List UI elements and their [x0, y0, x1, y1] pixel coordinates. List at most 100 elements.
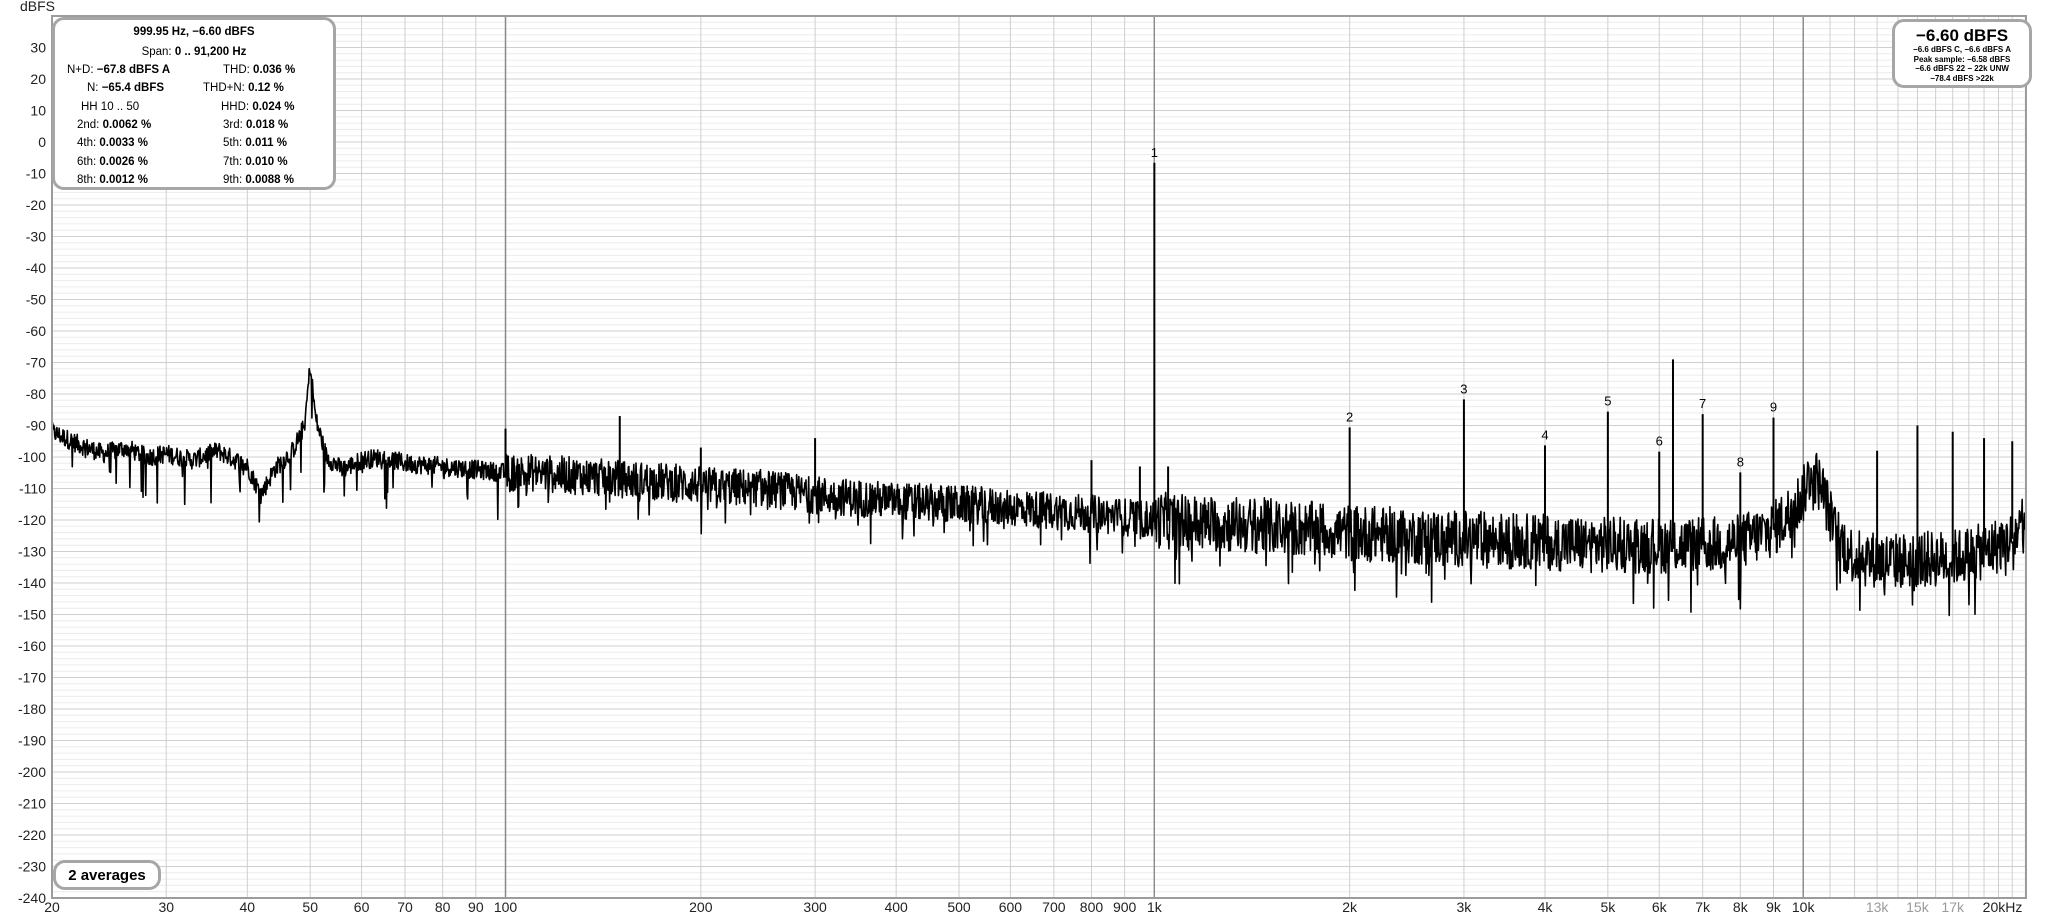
measurement-value: 0.024 %: [252, 100, 295, 113]
measurement-value: 0.0088 %: [245, 173, 294, 186]
y-tick-label: -80: [26, 386, 46, 402]
measurement-label: 4th:: [77, 137, 97, 150]
measurement-left: 6th: 0.0026 %: [77, 156, 148, 168]
averages-label: 2 averages: [68, 867, 146, 884]
x-tick-label: 1k: [1147, 899, 1163, 914]
x-tick-label: 100: [494, 899, 518, 914]
y-tick-label: -50: [26, 292, 46, 308]
measurement-label: N:: [87, 82, 99, 95]
x-tick-label: 50: [302, 899, 318, 914]
harmonic-label: 3: [1460, 381, 1467, 396]
y-axis-label: dBFS: [20, 0, 55, 14]
y-tick-label: -160: [18, 638, 46, 654]
x-tick-label: 70: [397, 899, 413, 914]
measurement-value: −65.4 dBFS: [101, 82, 165, 95]
measurement-value: 0.018 %: [246, 118, 289, 131]
y-tick-label: -30: [26, 229, 46, 245]
harmonic-label: 5: [1604, 394, 1611, 409]
harmonic-label: 6: [1656, 434, 1663, 449]
x-tick-label: 60: [354, 899, 370, 914]
measurement-left: 8th: 0.0012 %: [77, 174, 148, 186]
x-tick-label: 20kHz: [1983, 899, 2023, 914]
y-tick-label: 0: [38, 134, 46, 150]
level-line: −6.6 dBFS 22 − 22k UNW: [1915, 64, 2009, 73]
y-tick-label: -220: [18, 827, 46, 843]
harmonic-label: 2: [1346, 409, 1353, 424]
y-tick-label: -90: [26, 418, 46, 434]
y-tick-label: 10: [30, 103, 46, 119]
measurement-panel[interactable]: 999.95 Hz, −6.60 dBFS Span: 0 .. 91,200 …: [52, 17, 336, 190]
span-label: Span:: [141, 46, 172, 58]
span-value: 0 .. 91,200 Hz: [174, 46, 247, 58]
y-tick-label: 20: [30, 71, 46, 87]
measurement-label: 5th:: [223, 137, 243, 150]
x-tick-label: 7k: [1695, 899, 1711, 914]
x-tick-label: 15k: [1906, 899, 1930, 914]
x-tick-label: 600: [999, 899, 1023, 914]
measurement-right: THD: 0.036 %: [223, 64, 295, 76]
x-tick-label: 17k: [1941, 899, 1965, 914]
y-tick-label: -240: [18, 890, 46, 906]
measurement-label: HHD:: [221, 100, 250, 113]
y-tick-label: -200: [18, 764, 46, 780]
measurement-label: 3rd:: [223, 118, 243, 131]
x-tick-label: 2k: [1342, 899, 1358, 914]
y-tick-label: -150: [18, 607, 46, 623]
y-tick-label: -10: [26, 166, 46, 182]
measurement-value: 0.0012 %: [99, 173, 148, 186]
y-tick-label: -110: [19, 481, 46, 497]
measurement-label: N+D:: [67, 64, 94, 76]
harmonic-label: 8: [1737, 454, 1744, 469]
measurement-right: 9th: 0.0088 %: [223, 174, 294, 186]
y-tick-label: -190: [18, 733, 46, 749]
x-tick-label: 20: [44, 899, 60, 914]
x-tick-label: 900: [1113, 899, 1137, 914]
x-tick-label: 90: [468, 899, 484, 914]
y-tick-labels: 30 20 10 0 -10 -20 -30 -40 -50 -60 -70 -80 -90 -100 -1…: [18, 40, 46, 907]
measurement-right: 7th: 0.010 %: [223, 156, 288, 168]
measurement-value: 0.0026 %: [99, 155, 148, 168]
y-tick-label: -70: [26, 355, 46, 371]
x-tick-label: 4k: [1538, 899, 1554, 914]
y-tick-label: -140: [18, 575, 46, 591]
measurement-left: 2nd: 0.0062 %: [77, 119, 151, 131]
measurement-value: 0.010 %: [245, 155, 288, 168]
y-tick-label: -170: [18, 670, 46, 686]
x-tick-labels: 20 30 40 50 60 70 80 90 100 200 300 400 500 600 700 800…: [44, 899, 2022, 914]
y-tick-label: -100: [18, 449, 46, 465]
x-tick-label: 80: [435, 899, 451, 914]
measurement-value: 0.011 %: [245, 137, 287, 150]
x-tick-label: 9k: [1766, 899, 1782, 914]
measurement-value: −67.8 dBFS A: [96, 64, 171, 76]
x-tick-label: 8k: [1733, 899, 1749, 914]
measurement-label: HH 10 .. 50: [81, 100, 140, 113]
level-line: Peak sample: −6.58 dBFS: [1913, 54, 2011, 64]
x-tick-label: 13k: [1866, 899, 1890, 914]
measurement-right: THD+N: 0.12 %: [203, 82, 284, 94]
y-tick-label: -60: [26, 323, 46, 339]
measurement-right: 3rd: 0.018 %: [223, 119, 288, 131]
measurement-label: 6th:: [77, 155, 97, 168]
measurement-title: 999.95 Hz, −6.60 dBFS: [133, 26, 255, 38]
y-tick-label: -20: [26, 197, 46, 213]
measurement-left: N+D: −67.8 dBFS A: [67, 64, 170, 76]
x-tick-label: 5k: [1600, 899, 1616, 914]
measurement-value: 0.036 %: [253, 64, 296, 76]
spectrum-line: [51, 367, 2027, 617]
averages-badge[interactable]: 2 averages: [53, 860, 161, 890]
y-tick-label: -120: [18, 512, 46, 528]
x-tick-label: 200: [689, 899, 713, 914]
measurement-label: THD:: [223, 64, 250, 76]
measurement-label: 9th:: [223, 173, 243, 186]
y-tick-label: -210: [18, 796, 46, 812]
x-tick-label: 500: [947, 899, 971, 914]
y-tick-label: -230: [18, 859, 46, 875]
measurement-left: HH 10 .. 50: [81, 101, 139, 113]
measurement-left: N: −65.4 dBFS: [87, 82, 164, 94]
measurement-label: 7th:: [223, 155, 243, 168]
x-tick-label: 700: [1042, 899, 1066, 914]
y-tick-label: -180: [18, 701, 46, 717]
harmonic-label: 4: [1541, 427, 1548, 442]
measurement-label: THD+N:: [203, 82, 245, 95]
level-meter-panel[interactable]: −6.60 dBFS −6.6 dBFS C, −6.6 dBFS A Peak…: [1892, 19, 2032, 88]
